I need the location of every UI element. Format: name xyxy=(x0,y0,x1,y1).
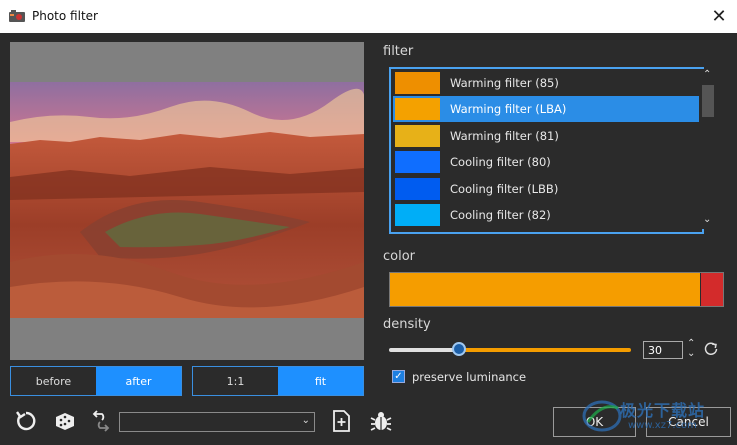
scroll-down-icon[interactable]: ⌄ xyxy=(703,214,711,225)
density-input[interactable] xyxy=(643,341,683,359)
reset-button[interactable] xyxy=(13,408,39,434)
new-document-icon xyxy=(333,410,350,432)
filter-swatch xyxy=(395,204,440,226)
color-picker-button[interactable] xyxy=(701,273,723,306)
filter-item-label: Cooling filter (80) xyxy=(450,155,551,169)
filter-item[interactable]: Cooling filter (LBB) xyxy=(393,176,699,202)
density-slider[interactable] xyxy=(389,342,631,357)
filter-item[interactable]: Warming filter (81) xyxy=(393,123,699,149)
zoom-fit-button[interactable]: fit xyxy=(278,367,363,395)
color-field[interactable] xyxy=(389,272,724,307)
filter-item-selected[interactable]: Warming filter (LBA) xyxy=(393,96,699,122)
slider-track xyxy=(460,348,631,352)
preserve-luminance-checkbox[interactable]: ✓ xyxy=(392,370,405,383)
before-after-toggle: before after xyxy=(10,366,182,396)
close-icon: ✕ xyxy=(711,5,727,27)
bug-icon xyxy=(370,412,392,431)
zoom-toggle: 1:1 fit xyxy=(192,366,364,396)
after-button[interactable]: after xyxy=(96,367,181,395)
filter-item-label: Warming filter (85) xyxy=(450,76,559,90)
undo-redo-icon xyxy=(92,410,110,432)
scroll-up-icon[interactable]: ⌃ xyxy=(703,69,711,80)
random-button[interactable] xyxy=(52,408,78,434)
filter-swatch xyxy=(395,98,440,120)
window-title: Photo filter xyxy=(32,9,98,23)
watermark-text: 极光下载站 xyxy=(620,401,706,420)
filter-swatch xyxy=(395,178,440,200)
density-stepper[interactable]: ⌃ ⌄ xyxy=(687,339,695,359)
color-preview[interactable] xyxy=(390,273,700,306)
filter-heading: filter xyxy=(383,44,414,59)
watermark-url: www.xz7.com xyxy=(628,420,697,431)
preserve-luminance-label: preserve luminance xyxy=(412,370,527,384)
filter-list-scrollbar[interactable]: ⌃ ⌄ xyxy=(700,69,716,229)
density-heading: density xyxy=(383,317,431,332)
filter-swatch xyxy=(395,151,440,173)
filter-item[interactable]: Warming filter (85) xyxy=(393,70,699,96)
slider-handle[interactable] xyxy=(452,342,466,356)
filter-list[interactable]: Warming filter (85) Warming filter (LBA)… xyxy=(389,67,704,234)
filter-swatch xyxy=(395,125,440,147)
undo-redo-button[interactable] xyxy=(88,408,114,434)
preview-image xyxy=(10,82,364,318)
filter-item-label: Cooling filter (82) xyxy=(450,208,551,222)
debug-button[interactable] xyxy=(368,408,394,434)
filter-item-label: Warming filter (81) xyxy=(450,129,559,143)
filter-item[interactable]: Cooling filter (82) xyxy=(393,202,699,228)
reset-icon xyxy=(16,411,36,431)
density-reset-icon[interactable] xyxy=(703,341,719,357)
checkmark-icon: ✓ xyxy=(394,371,403,382)
title-bar: Photo filter ✕ xyxy=(0,0,737,33)
zoom-1-1-button[interactable]: 1:1 xyxy=(193,367,278,395)
filter-swatch xyxy=(395,72,440,94)
new-preset-button[interactable] xyxy=(328,408,354,434)
preview-panel xyxy=(10,42,364,360)
photo-filter-app-icon xyxy=(9,10,25,22)
close-button[interactable]: ✕ xyxy=(707,4,731,28)
filter-item-label: Cooling filter (LBB) xyxy=(450,182,559,196)
filter-item-label: Warming filter (LBA) xyxy=(450,102,567,116)
before-button[interactable]: before xyxy=(11,367,96,395)
chevron-down-icon[interactable]: ⌄ xyxy=(687,349,695,359)
color-heading: color xyxy=(383,249,416,264)
scrollbar-thumb[interactable] xyxy=(702,85,714,117)
dice-icon xyxy=(56,413,74,430)
chevron-down-icon: ⌄ xyxy=(301,415,310,426)
slider-track-filled xyxy=(389,348,460,352)
preset-select[interactable]: ⌄ xyxy=(119,412,315,432)
filter-item[interactable]: Cooling filter (80) xyxy=(393,149,699,175)
